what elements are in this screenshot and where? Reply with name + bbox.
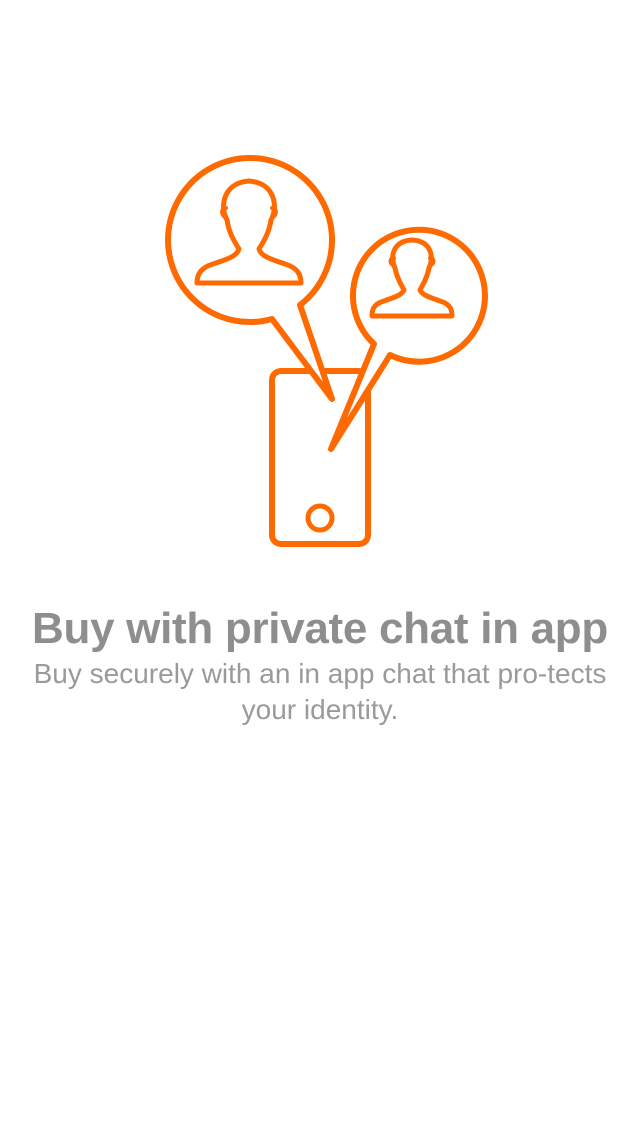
chat-bubble-person-icon: [165, 155, 335, 402]
page-subtitle: Buy securely with an in app chat that pr…: [33, 658, 607, 725]
page-title: Buy with private chat in app: [32, 604, 608, 653]
chat-illustration: [165, 155, 488, 547]
chat-bubble-person-icon: [328, 226, 488, 452]
